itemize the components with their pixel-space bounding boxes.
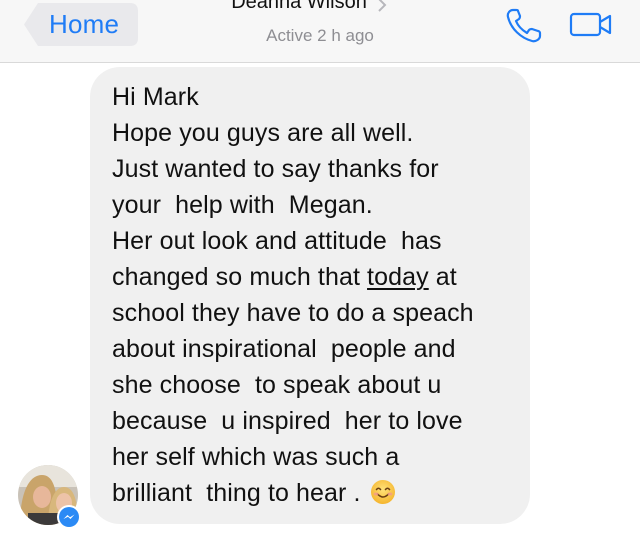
message-line: brilliant thing to hear . xyxy=(112,475,520,511)
message-line: Hi Mark xyxy=(112,83,199,111)
message-line: changed so much that today at xyxy=(112,259,520,295)
message-line: school they have to do a speach xyxy=(112,299,474,327)
message-line: because u inspired her to love xyxy=(112,407,463,435)
detected-date-link[interactable]: today xyxy=(367,263,429,291)
message-line: Hope you guys are all well. xyxy=(112,119,414,147)
contact-name: Deanna Wilson xyxy=(231,0,367,13)
smiling-face-emoji xyxy=(370,480,395,504)
conversation-header: Home Deanna Wilson Active 2 h ago xyxy=(0,0,640,63)
message-text: changed so much that xyxy=(112,263,368,291)
messenger-icon xyxy=(59,507,79,527)
call-button[interactable] xyxy=(503,7,545,43)
message-text: brilliant thing to hear . xyxy=(112,479,368,507)
message-line: she choose to speak about u xyxy=(112,371,442,399)
message-text: at xyxy=(428,263,457,291)
message-line: your help with Megan. xyxy=(112,191,373,219)
message-line: Just wanted to say thanks for xyxy=(112,155,439,183)
message-bubble[interactable]: Hi Mark Hope you guys are all well. Just… xyxy=(90,67,530,524)
message-line: her self which was such a xyxy=(112,443,400,471)
chevron-right-icon xyxy=(378,0,387,12)
phone-icon xyxy=(506,8,542,43)
messenger-badge xyxy=(57,505,81,529)
video-call-button[interactable] xyxy=(569,10,613,38)
message-line: Her out look and attitude has xyxy=(112,227,442,255)
message-line: about inspirational people and xyxy=(112,335,456,363)
video-camera-icon xyxy=(569,12,612,37)
